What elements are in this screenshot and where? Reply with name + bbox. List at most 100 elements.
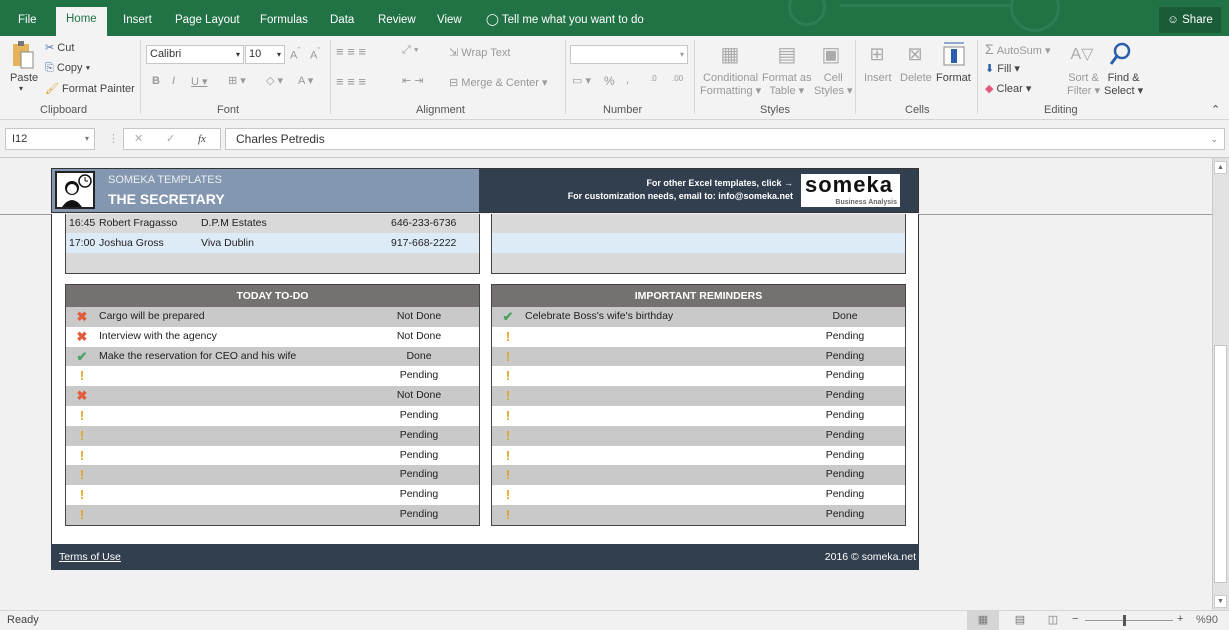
collapse-ribbon-icon[interactable]: ⌃: [1211, 103, 1220, 116]
indent-icon[interactable]: ⇤ ⇥: [402, 74, 424, 87]
paste-dropdown[interactable]: ▾: [19, 84, 23, 93]
worksheet[interactable]: SOMEKA TEMPLATES THE SECRETARY For other…: [0, 158, 1212, 610]
font-color-icon[interactable]: A ▾: [298, 74, 313, 87]
reminder-row[interactable]: ! Pending: [492, 485, 905, 505]
insert-function-icon[interactable]: fx: [198, 129, 206, 149]
todo-row[interactable]: ! Pending: [66, 485, 479, 505]
formula-input[interactable]: Charles Petredis ⌄: [225, 128, 1225, 150]
merge-center-button[interactable]: ⊟ Merge & Center ▾: [449, 76, 548, 89]
shrink-font-icon[interactable]: Aˇ: [310, 46, 320, 62]
orientation-icon[interactable]: ⤢ ▾: [402, 44, 418, 57]
reminder-row[interactable]: ! Pending: [492, 504, 905, 525]
scroll-thumb[interactable]: [1214, 345, 1227, 583]
cancel-icon[interactable]: ✕: [134, 129, 143, 149]
bold-button[interactable]: B: [152, 75, 160, 87]
todo-row[interactable]: ! Pending: [66, 504, 479, 525]
zoom-out-button[interactable]: −: [1072, 613, 1078, 625]
todo-row[interactable]: ✖ Not Done: [66, 386, 479, 406]
zoom-level[interactable]: %90: [1196, 614, 1218, 626]
copy-button[interactable]: ⎘ Copy ▾: [45, 62, 90, 75]
todo-row[interactable]: ✖ Cargo will be prepared Not Done: [66, 307, 479, 327]
number-format-select[interactable]: ▾: [570, 45, 688, 64]
cell-styles-button[interactable]: Cell Styles ▾: [814, 72, 853, 97]
reminder-row[interactable]: ! Pending: [492, 346, 905, 367]
wrap-text-button[interactable]: ⇲ Wrap Text: [449, 46, 510, 59]
todo-row[interactable]: ! Pending: [66, 425, 479, 446]
zoom-slider-thumb[interactable]: [1123, 615, 1127, 626]
reminder-row[interactable]: ! Pending: [492, 405, 905, 426]
tab-data[interactable]: Data: [320, 8, 364, 36]
decor-circle: [1010, 0, 1060, 32]
fill-button[interactable]: ⬇ Fill ▾: [985, 62, 1020, 75]
reminder-row[interactable]: ! Pending: [492, 386, 905, 406]
reminder-row[interactable]: ! Pending: [492, 326, 905, 347]
tab-page-layout[interactable]: Page Layout: [165, 8, 250, 36]
fill-color-icon[interactable]: ◇ ▾: [266, 74, 283, 87]
borders-icon[interactable]: ⊞ ▾: [228, 74, 246, 87]
reminder-row[interactable]: ! Pending: [492, 366, 905, 387]
currency-icon[interactable]: ▭ ▾: [572, 74, 591, 87]
delete-cells-button[interactable]: Delete: [900, 72, 932, 84]
empty-row[interactable]: [492, 214, 905, 233]
format-as-table-button[interactable]: Format as Table ▾: [762, 72, 812, 97]
scroll-down-button[interactable]: ▼: [1214, 595, 1227, 608]
align-top-icon[interactable]: ≡ ≡ ≡: [336, 44, 366, 59]
conditional-formatting-button[interactable]: Conditional Formatting ▾: [700, 72, 761, 97]
reminder-row[interactable]: ✔ Celebrate Boss's wife's birthday Done: [492, 307, 905, 327]
clear-button[interactable]: ◆ Clear ▾: [985, 82, 1031, 95]
font-name-select[interactable]: Calibri ▾: [146, 45, 244, 64]
font-size-select[interactable]: 10 ▾: [245, 45, 285, 64]
tab-home[interactable]: Home: [56, 7, 107, 36]
tell-me-search[interactable]: ◯ Tell me what you want to do: [476, 8, 654, 36]
format-painter-button[interactable]: 🖌 Format Painter: [45, 82, 135, 95]
scroll-up-button[interactable]: ▲: [1214, 161, 1227, 174]
name-box[interactable]: I12 ▾: [5, 128, 95, 150]
share-button[interactable]: ☺ Share: [1159, 7, 1221, 33]
cut-button[interactable]: ✂ Cut: [45, 41, 74, 54]
tab-file[interactable]: File: [8, 8, 47, 36]
find-select-button[interactable]: Find & Select ▾: [1104, 72, 1143, 97]
page-break-view-icon[interactable]: ◫: [1043, 611, 1063, 630]
insert-cells-button[interactable]: Insert: [864, 72, 892, 84]
todo-row[interactable]: ! Pending: [66, 366, 479, 387]
templates-link[interactable]: For other Excel templates, click →: [646, 178, 793, 188]
todo-row[interactable]: ! Pending: [66, 405, 479, 426]
decrease-decimal-icon[interactable]: .00: [672, 74, 683, 83]
paste-button[interactable]: Paste: [10, 72, 38, 84]
appointment-row[interactable]: 17:00 Joshua Gross Viva Dublin 917-668-2…: [66, 233, 479, 253]
zoom-slider-track[interactable]: [1085, 620, 1173, 621]
todo-row[interactable]: ! Pending: [66, 445, 479, 466]
tab-review[interactable]: Review: [368, 8, 426, 36]
reminder-row[interactable]: ! Pending: [492, 425, 905, 446]
reminder-row[interactable]: ! Pending: [492, 465, 905, 486]
expand-formula-icon[interactable]: ⌄: [1210, 129, 1218, 149]
normal-view-icon[interactable]: ▦: [967, 611, 999, 630]
someka-logo[interactable]: someka Business Analysis: [801, 172, 900, 207]
autosum-button[interactable]: Σ AutoSum ▾: [985, 41, 1051, 57]
sort-filter-button[interactable]: Sort & Filter ▾: [1067, 72, 1100, 97]
zoom-in-button[interactable]: +: [1177, 613, 1183, 625]
appointment-row[interactable]: 16:45 Robert Fragasso D.P.M Estates 646-…: [66, 214, 479, 233]
page-layout-view-icon[interactable]: ▤: [1010, 611, 1030, 630]
terms-of-use-link[interactable]: Terms of Use: [59, 544, 121, 570]
percent-button[interactable]: %: [604, 74, 615, 88]
comma-button[interactable]: ,: [626, 74, 629, 86]
increase-decimal-icon[interactable]: .0: [650, 74, 657, 83]
vertical-scrollbar[interactable]: ▲ ▼: [1212, 158, 1229, 610]
enter-icon[interactable]: ✓: [166, 129, 175, 149]
align-left-icon[interactable]: ≡ ≡ ≡: [336, 74, 366, 89]
grow-font-icon[interactable]: Aˆ: [290, 46, 300, 62]
format-cells-button[interactable]: Format: [936, 72, 971, 84]
empty-row[interactable]: [492, 233, 905, 253]
tab-insert[interactable]: Insert: [113, 8, 162, 36]
tab-view[interactable]: View: [427, 8, 472, 36]
reminder-row[interactable]: ! Pending: [492, 445, 905, 466]
paste-icon[interactable]: [10, 40, 36, 70]
tab-formulas[interactable]: Formulas: [250, 8, 318, 36]
underline-button[interactable]: U ▾: [191, 75, 208, 88]
italic-button[interactable]: I: [172, 75, 175, 87]
status-text: Pending: [399, 369, 439, 382]
todo-row[interactable]: ✖ Interview with the agency Not Done: [66, 326, 479, 347]
todo-row[interactable]: ✔ Make the reservation for CEO and his wi…: [66, 346, 479, 367]
todo-row[interactable]: ! Pending: [66, 465, 479, 486]
